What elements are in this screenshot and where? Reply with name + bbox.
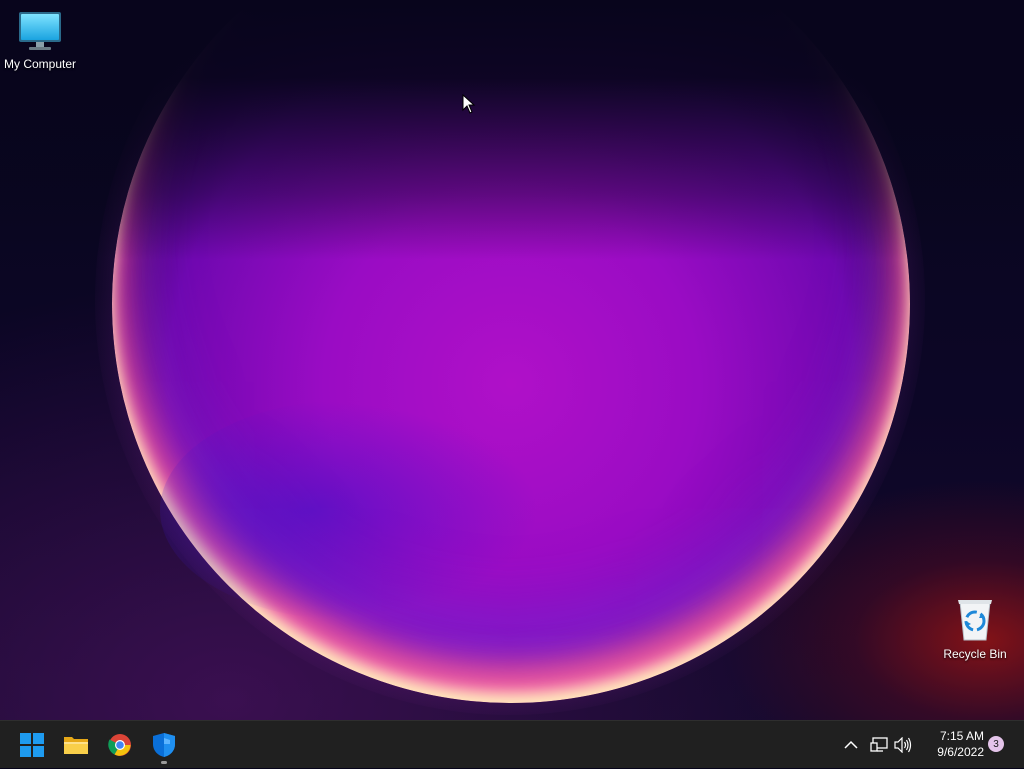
- desktop-icon-label: My Computer: [3, 57, 77, 71]
- shield-icon: [153, 733, 175, 757]
- volume-icon: [894, 737, 912, 753]
- desktop-icon-my-computer[interactable]: My Computer: [0, 10, 80, 71]
- taskbar: 7:15 AM 9/6/2022: [0, 720, 1024, 768]
- start-button[interactable]: [12, 725, 52, 765]
- clock[interactable]: 7:15 AM 9/6/2022: [920, 728, 984, 760]
- show-hidden-icons-button[interactable]: [840, 721, 862, 769]
- mouse-pointer-icon: [462, 94, 476, 114]
- clock-time: 7:15 AM: [939, 729, 984, 743]
- clock-date: 9/6/2022: [937, 745, 984, 759]
- recycle-bin-icon: [958, 600, 992, 641]
- chrome-button[interactable]: [100, 725, 140, 765]
- running-indicator: [161, 761, 167, 764]
- desktop-icon-recycle-bin[interactable]: Recycle Bin: [935, 596, 1015, 661]
- desktop-wallpaper: My Computer Recycle Bin: [0, 0, 1024, 720]
- folder-icon: [64, 737, 88, 754]
- wallpaper-orb-highlight: [160, 400, 540, 620]
- network-icon: [870, 737, 888, 752]
- chrome-icon: [108, 734, 131, 756]
- file-explorer-button[interactable]: [56, 725, 96, 765]
- notification-badge[interactable]: 3: [988, 736, 1004, 752]
- monitor-icon: [19, 12, 61, 50]
- wallpaper-shade: [0, 0, 1024, 260]
- network-button[interactable]: [868, 721, 890, 769]
- windows-logo-icon: [20, 733, 44, 757]
- volume-button[interactable]: [892, 721, 914, 769]
- desktop-icon-label: Recycle Bin: [943, 647, 1007, 661]
- notification-count: 3: [993, 738, 999, 750]
- windows-security-button[interactable]: [144, 725, 184, 765]
- chevron-up-icon: [844, 740, 858, 749]
